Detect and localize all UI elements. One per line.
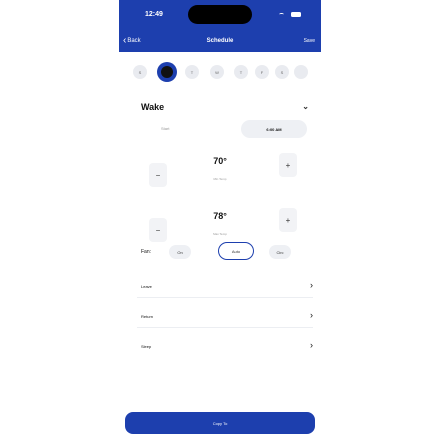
fan-mode-control: Fan: On Auto Circ	[119, 242, 321, 262]
save-button[interactable]: Save	[304, 38, 315, 44]
fan-on-button[interactable]: On	[169, 245, 191, 259]
fan-circ-button[interactable]: Circ	[269, 245, 291, 259]
battery-icon	[291, 12, 301, 17]
min-temp-increase-button[interactable]: +	[279, 153, 297, 177]
section-title: Wake	[141, 102, 165, 112]
day-button-7[interactable]	[294, 65, 308, 79]
period-label: Return	[141, 314, 154, 319]
app-header: 12:49 ‹ Back Schedule Save	[119, 0, 321, 52]
day-button-6[interactable]: S	[275, 65, 289, 79]
fan-label: Fan:	[141, 249, 152, 255]
day-button-4[interactable]: T	[234, 65, 248, 79]
chevron-right-icon: ›	[310, 340, 313, 350]
period-label: Leave	[141, 284, 152, 289]
chevron-down-icon: ⌄	[302, 102, 309, 111]
chevron-right-icon: ›	[310, 310, 313, 320]
period-label: Sleep	[141, 344, 152, 349]
status-time: 12:49	[145, 11, 163, 18]
start-time-row: Start 6:00 AM	[119, 120, 321, 138]
nav-bar: ‹ Back Schedule Save	[119, 34, 321, 50]
start-time-picker[interactable]: 6:00 AM	[241, 120, 307, 138]
min-temp-decrease-button[interactable]: −	[149, 163, 167, 187]
day-selector: S T W T F S	[119, 62, 321, 82]
max-temp-increase-button[interactable]: +	[279, 208, 297, 232]
max-temp-label: Max Temp	[213, 232, 227, 236]
day-button-5[interactable]: F	[255, 65, 269, 79]
period-row-sleep[interactable]: Sleep ›	[137, 335, 313, 357]
fan-auto-button[interactable]: Auto	[218, 242, 254, 260]
chevron-right-icon: ›	[310, 280, 313, 290]
period-row-leave[interactable]: Leave ›	[137, 275, 313, 298]
min-temp-control: − 70° Min Temp +	[119, 153, 321, 193]
dynamic-island	[188, 5, 252, 24]
copy-to-button[interactable]: Copy To	[125, 412, 315, 434]
min-temp-label: Min Temp	[213, 177, 227, 181]
wifi-icon	[279, 12, 284, 17]
max-temp-decrease-button[interactable]: −	[149, 218, 167, 242]
status-bar: 12:49	[119, 0, 321, 30]
page-title: Schedule	[206, 38, 234, 44]
selected-day-dot	[161, 66, 173, 78]
phone-screen: 12:49 ‹ Back Schedule Save S T W T F S W…	[119, 0, 321, 439]
start-label: Start	[161, 126, 170, 131]
day-button-0[interactable]: S	[133, 65, 147, 79]
period-row-return[interactable]: Return ›	[137, 305, 313, 328]
day-button-3[interactable]: W	[210, 65, 224, 79]
day-button-1[interactable]	[157, 62, 177, 82]
day-button-2[interactable]: T	[185, 65, 199, 79]
